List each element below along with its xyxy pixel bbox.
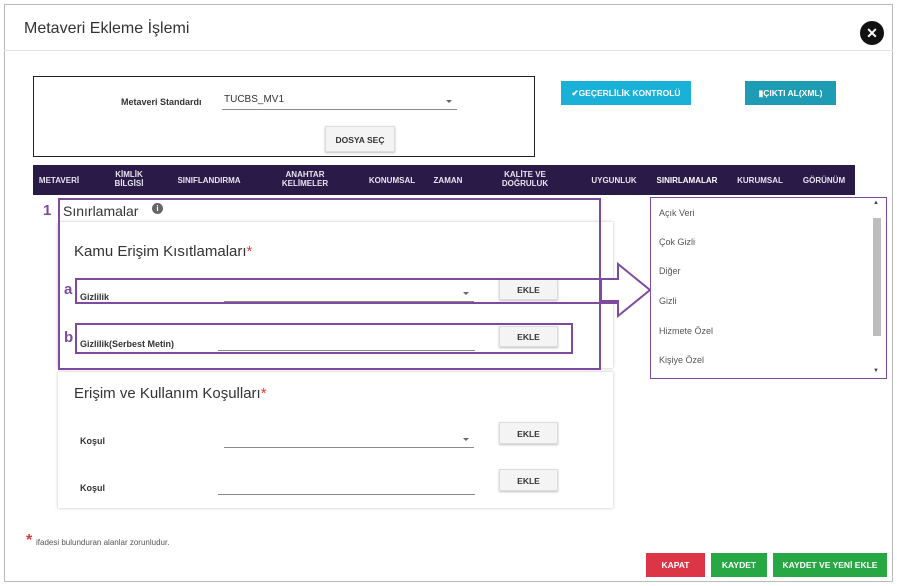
standard-panel xyxy=(33,76,535,157)
access-use-title-text: Erişim ve Kullanım Koşulları xyxy=(74,385,261,402)
tab-kimlik-bilgisi[interactable]: KİMLİK BİLGİSİ xyxy=(103,170,155,188)
scrollbar-thumb[interactable] xyxy=(873,218,881,336)
dialog-header: Metaveri Ekleme İşlemi ✕ xyxy=(4,4,893,51)
chevron-down-icon xyxy=(446,100,452,103)
arrow-right-icon xyxy=(600,262,652,318)
required-mark: * xyxy=(260,385,267,402)
condition-free-input[interactable] xyxy=(218,494,475,495)
condition-free-label: Koşul xyxy=(80,483,106,493)
option-acik-veri[interactable]: Açık Veri xyxy=(659,208,695,218)
scroll-up-icon[interactable]: ▲ xyxy=(873,200,879,206)
export-xml-button[interactable]: ▮ÇIKTI AL(XML) xyxy=(745,81,836,105)
close-icon[interactable]: ✕ xyxy=(860,21,884,45)
option-kisiye-ozel[interactable]: Kişiye Özel xyxy=(659,355,704,365)
annotation-box-a xyxy=(75,278,618,304)
export-xml-label: ÇIKTI AL(XML) xyxy=(763,88,823,98)
tab-siniflandirma[interactable]: SINIFLANDIRMA xyxy=(169,176,249,185)
tab-zaman[interactable]: ZAMAN xyxy=(428,176,468,185)
tab-kurumsal[interactable]: KURUMSAL xyxy=(732,176,788,185)
option-cok-gizli[interactable]: Çok Gizli xyxy=(659,237,695,247)
footnote-text: ifadesi bulunduran alanlar zorunludur. xyxy=(36,538,170,547)
dialog-title: Metaveri Ekleme İşlemi xyxy=(24,20,190,37)
tab-uygunluk[interactable]: UYGUNLUK xyxy=(586,176,642,185)
tab-gorunum[interactable]: GÖRÜNÜM xyxy=(796,176,852,185)
standard-label: Metaveri Standardı xyxy=(121,97,202,107)
annotation-a: a xyxy=(64,281,73,298)
save-button[interactable]: KAYDET xyxy=(711,553,767,577)
select-file-button[interactable]: DOSYA SEÇ xyxy=(325,126,395,152)
tab-anahtar-kelimeler[interactable]: ANAHTAR KELİMELER xyxy=(275,170,335,188)
condition-select[interactable] xyxy=(224,447,474,448)
standard-select-value[interactable]: TUCBS_MV1 xyxy=(224,94,284,105)
scrollbar[interactable]: ▲ ▼ xyxy=(871,200,883,376)
save-and-new-button[interactable]: KAYDET VE YENİ EKLE xyxy=(773,553,887,577)
tab-sinirlamalar[interactable]: SINIRLAMALAR xyxy=(651,176,723,185)
annotation-box-b xyxy=(75,323,573,354)
annotation-1: 1 xyxy=(43,202,52,219)
scroll-down-icon[interactable]: ▼ xyxy=(873,368,879,374)
privacy-options-list: Açık Veri Çok Gizli Diğer Gizli Hizmete … xyxy=(650,197,887,379)
validity-check-label: GEÇERLİLİK KONTROLÜ xyxy=(578,88,681,98)
validity-check-button[interactable]: ✔GEÇERLİLİK KONTROLÜ xyxy=(561,81,691,105)
add-condition-button[interactable]: EKLE xyxy=(499,422,558,444)
option-gizli[interactable]: Gizli xyxy=(659,296,677,306)
access-use-title: Erişim ve Kullanım Koşulları* xyxy=(74,385,267,402)
option-diger[interactable]: Diğer xyxy=(659,266,681,276)
condition-label: Koşul xyxy=(80,436,106,446)
check-icon: ✔ xyxy=(571,88,579,98)
option-hizmete-ozel[interactable]: Hizmete Özel xyxy=(659,326,713,336)
tab-konumsal[interactable]: KONUMSAL xyxy=(363,176,421,185)
tab-kalite-ve-dogruluk[interactable]: KALİTE VE DOĞRULUK xyxy=(495,170,555,188)
annotation-b: b xyxy=(64,329,74,346)
tab-metaveri[interactable]: METAVERİ xyxy=(33,176,85,185)
close-button[interactable]: KAPAT xyxy=(646,553,705,577)
required-mark: * xyxy=(26,532,33,549)
tab-bar: METAVERİ KİMLİK BİLGİSİ SINIFLANDIRMA AN… xyxy=(33,165,855,195)
standard-select-underline xyxy=(222,109,457,110)
chevron-down-icon xyxy=(463,438,469,441)
add-condition-free-button[interactable]: EKLE xyxy=(499,469,558,491)
